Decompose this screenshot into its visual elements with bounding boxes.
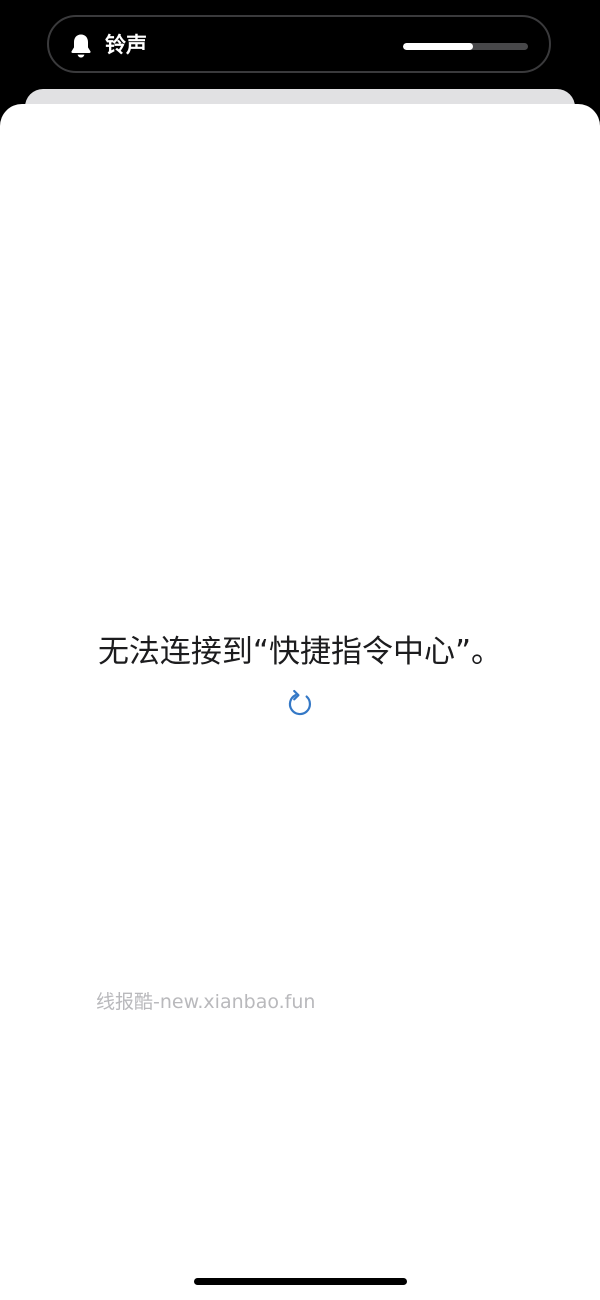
home-indicator[interactable]	[194, 1278, 407, 1285]
ringer-hud: 铃声	[47, 15, 551, 73]
reload-icon[interactable]	[284, 688, 316, 720]
shortcuts-gallery-sheet: 无法连接到“快捷指令中心”。 线报酷-new.xianbao.fun	[0, 104, 600, 1300]
volume-fill	[403, 43, 473, 50]
connection-error-message: 无法连接到“快捷指令中心”。	[97, 634, 503, 670]
screen: 铃声 无法连接到“快捷指令中心”。 线报酷-new.xianbao.fun	[0, 0, 600, 1300]
volume-slider[interactable]	[403, 43, 528, 50]
watermark-text: 线报酷-new.xianbao.fun	[96, 991, 316, 1013]
ringer-label: 铃声	[105, 33, 147, 57]
bell-icon	[71, 34, 91, 58]
